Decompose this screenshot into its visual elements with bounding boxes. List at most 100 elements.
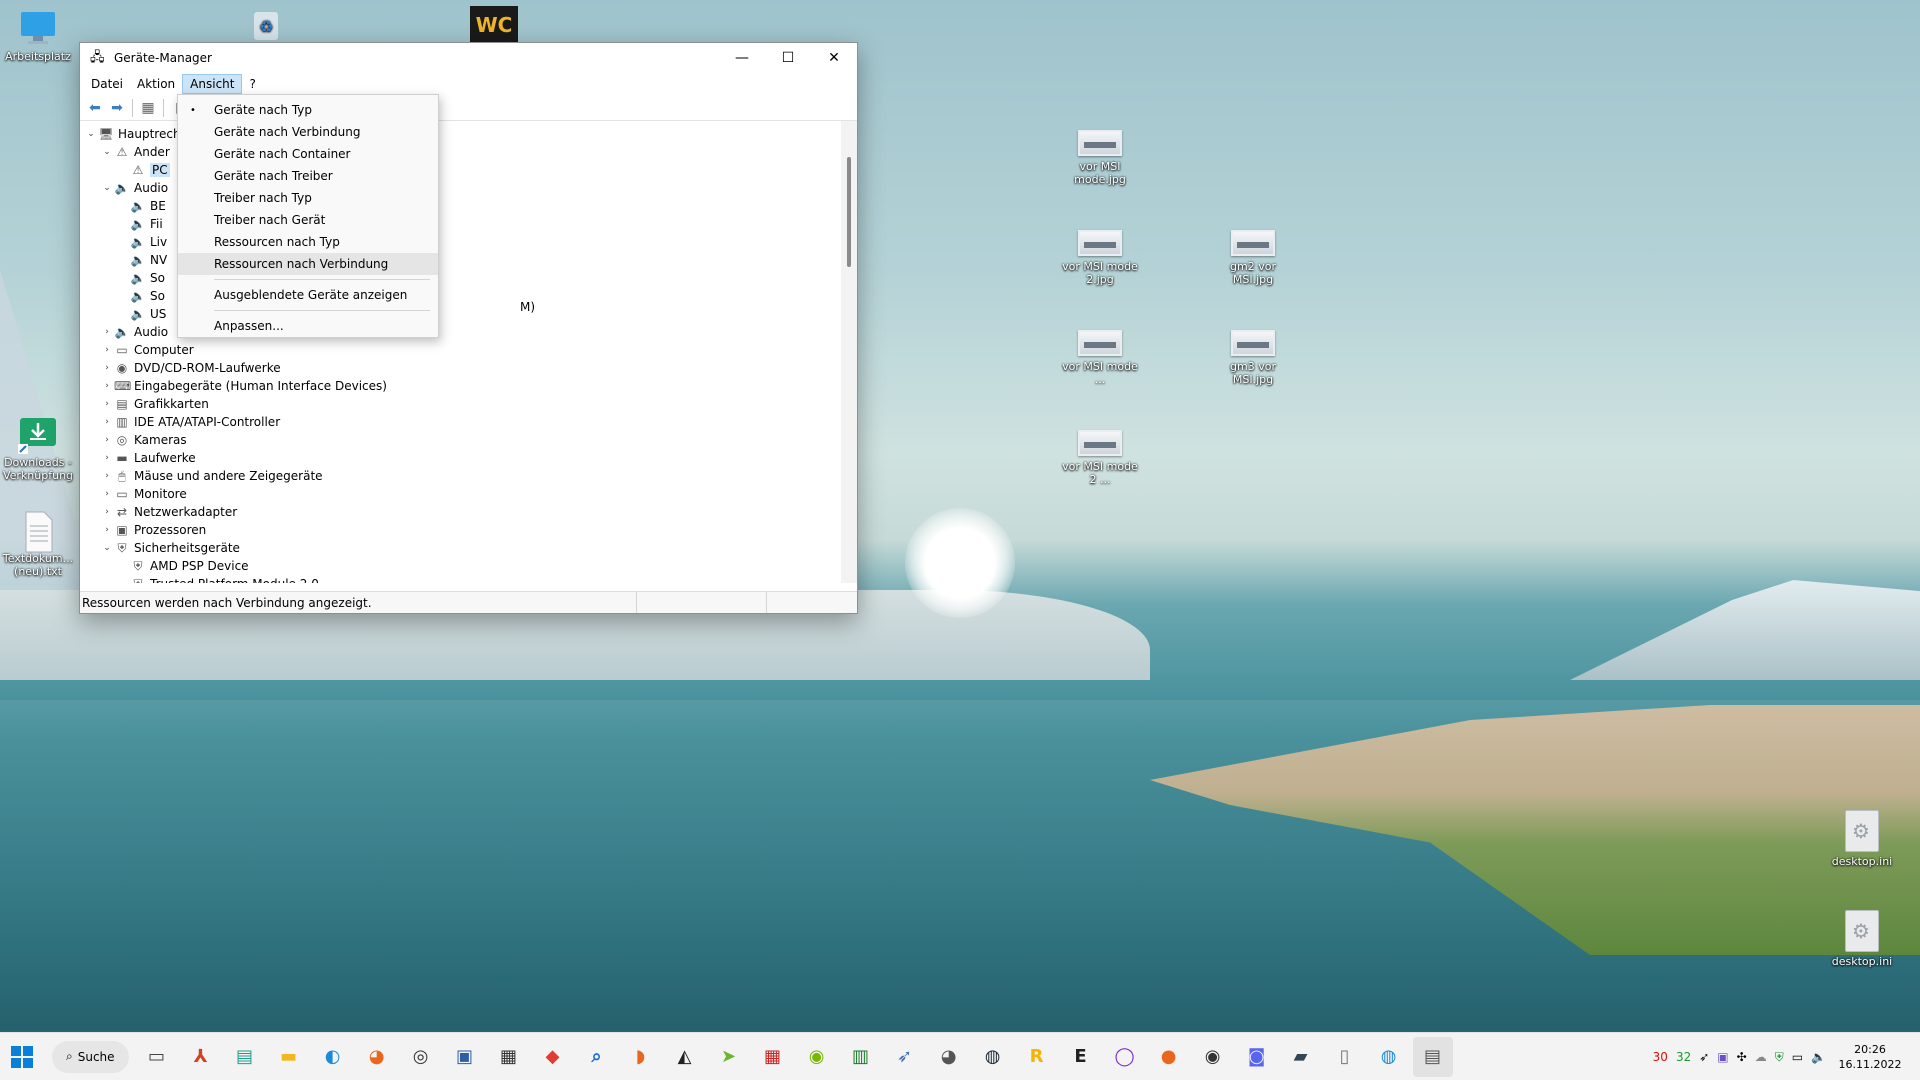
- tree-row[interactable]: › ◉ DVD/CD-ROM-Laufwerke: [80, 359, 843, 377]
- taskbar-app-app-orange[interactable]: ◗: [621, 1037, 661, 1077]
- menu-datei[interactable]: Datei: [84, 75, 130, 93]
- desktop-icon-text-document[interactable]: Textdokum... (neu).txt: [0, 510, 76, 578]
- maximize-button[interactable]: ☐: [765, 43, 811, 73]
- desktop-icon-desktop-ini[interactable]: ⚙ desktop.ini: [1824, 810, 1900, 868]
- chevron-right-icon[interactable]: ›: [100, 435, 114, 445]
- chevron-right-icon[interactable]: ›: [100, 327, 114, 337]
- search-button[interactable]: ⌕ Suche: [52, 1040, 129, 1073]
- tree-row[interactable]: › ▥ IDE ATA/ATAPI-Controller: [80, 413, 843, 431]
- chevron-down-icon[interactable]: ⌄: [100, 543, 114, 553]
- taskbar-app-app-cat[interactable]: ◕: [929, 1037, 969, 1077]
- menu-item-view-option[interactable]: • Geräte nach Typ: [178, 99, 438, 121]
- tree-row[interactable]: › ▤ Grafikkarten: [80, 395, 843, 413]
- taskbar-app-app-circle[interactable]: ◉: [1193, 1037, 1233, 1077]
- taskbar-app-app-arrow[interactable]: ➤: [709, 1037, 749, 1077]
- taskbar-app-globe[interactable]: ◍: [1369, 1037, 1409, 1077]
- tray-pointer-icon[interactable]: ➶: [1699, 1050, 1709, 1064]
- chevron-right-icon[interactable]: ›: [100, 381, 114, 391]
- taskbar-clock[interactable]: 20:26 16.11.2022: [1830, 1042, 1910, 1072]
- tree-row[interactable]: › 🖱 Mäuse und andere Zeigegeräte: [80, 467, 843, 485]
- taskbar-app-task-view[interactable]: ▭: [137, 1037, 177, 1077]
- close-button[interactable]: ✕: [811, 43, 857, 73]
- taskbar-app-floppy[interactable]: ▣: [445, 1037, 485, 1077]
- taskbar-app-app-green[interactable]: ▤: [225, 1037, 265, 1077]
- taskbar-app-app-red2[interactable]: ◆: [533, 1037, 573, 1077]
- network-icon[interactable]: ▭: [1792, 1050, 1803, 1064]
- tree-row[interactable]: › ▭ Monitore: [80, 485, 843, 503]
- tray-app-icon[interactable]: ▣: [1717, 1050, 1728, 1064]
- tree-row[interactable]: ⌄ ⛨ Sicherheitsgeräte: [80, 539, 843, 557]
- minimize-button[interactable]: —: [719, 43, 765, 73]
- menu-item-view-option[interactable]: Ressourcen nach Typ: [178, 231, 438, 253]
- taskbar-app-clapper[interactable]: ▦: [489, 1037, 529, 1077]
- taskbar-app-steam[interactable]: ◍: [973, 1037, 1013, 1077]
- taskbar-app-notepad[interactable]: ▯: [1325, 1037, 1365, 1077]
- menu-item-customize[interactable]: Anpassen...: [178, 315, 438, 337]
- taskbar-app-rockstar[interactable]: R: [1017, 1037, 1057, 1077]
- tray-temp-1[interactable]: 30: [1653, 1050, 1668, 1064]
- taskbar-app-app-red[interactable]: ⅄: [181, 1037, 221, 1077]
- volume-icon[interactable]: 🔈: [1811, 1050, 1826, 1064]
- taskbar-app-edge[interactable]: ◐: [313, 1037, 353, 1077]
- taskbar-app-discord[interactable]: ◙: [1237, 1037, 1277, 1077]
- taskbar-app-firefox[interactable]: ◕: [357, 1037, 397, 1077]
- tray-temp-2[interactable]: 32: [1676, 1050, 1691, 1064]
- desktop-icon-image-file[interactable]: gm3 vor MSI.jpg: [1215, 324, 1291, 386]
- cloud-icon[interactable]: ☁: [1755, 1050, 1767, 1064]
- desktop-icon-image-file[interactable]: gm2 vor MSI.jpg: [1215, 224, 1291, 286]
- back-arrow-icon[interactable]: ⬅: [84, 98, 106, 118]
- taskbar-app-nvidia[interactable]: ◉: [797, 1037, 837, 1077]
- menu-item-view-option[interactable]: Ressourcen nach Verbindung: [178, 253, 438, 275]
- taskbar-app-app-car[interactable]: ▰: [1281, 1037, 1321, 1077]
- tree-row[interactable]: ⛨ Trusted Platform Module 2.0: [80, 575, 843, 583]
- chevron-right-icon[interactable]: ›: [100, 417, 114, 427]
- chevron-right-icon[interactable]: ›: [100, 507, 114, 517]
- chevron-right-icon[interactable]: ›: [100, 471, 114, 481]
- menu-item-view-option[interactable]: Geräte nach Verbindung: [178, 121, 438, 143]
- tree-row[interactable]: ⛨ AMD PSP Device: [80, 557, 843, 575]
- chevron-right-icon[interactable]: ›: [100, 525, 114, 535]
- chevron-right-icon[interactable]: ›: [100, 345, 114, 355]
- chevron-down-icon[interactable]: ⌄: [84, 129, 98, 139]
- menu-ansicht[interactable]: Ansicht: [182, 74, 243, 94]
- taskbar-app-epic[interactable]: E: [1061, 1037, 1101, 1077]
- taskbar-app-app-ring[interactable]: ◯: [1105, 1037, 1145, 1077]
- chevron-right-icon[interactable]: ›: [100, 399, 114, 409]
- tree-row[interactable]: › ▬ Laufwerke: [80, 449, 843, 467]
- menu-item-show-hidden-devices[interactable]: Ausgeblendete Geräte anzeigen: [178, 284, 438, 306]
- taskbar-app-app-orange2[interactable]: ●: [1149, 1037, 1189, 1077]
- taskbar-app-app-bird[interactable]: ➶: [885, 1037, 925, 1077]
- scrollbar-thumb[interactable]: [847, 157, 851, 267]
- desktop-icon-downloads-shortcut[interactable]: Downloads - Verknüpfung: [0, 414, 76, 482]
- chevron-down-icon[interactable]: ⌄: [100, 183, 114, 193]
- window-titlebar[interactable]: 🖧 Geräte-Manager — ☐ ✕: [80, 43, 857, 73]
- chevron-right-icon[interactable]: ›: [100, 489, 114, 499]
- forward-arrow-icon[interactable]: ➡: [106, 98, 128, 118]
- chevron-right-icon[interactable]: ›: [100, 453, 114, 463]
- vertical-scrollbar[interactable]: [841, 121, 857, 583]
- chevron-right-icon[interactable]: ›: [100, 363, 114, 373]
- desktop-icon-this-pc[interactable]: Arbeitsplatz: [0, 8, 76, 63]
- desktop-icon-image-file[interactable]: vor MSI mode 2 ...: [1062, 424, 1138, 486]
- menu-item-view-option[interactable]: Treiber nach Typ: [178, 187, 438, 209]
- menu-item-view-option[interactable]: Geräte nach Container: [178, 143, 438, 165]
- menu-aktion[interactable]: Aktion: [130, 75, 182, 93]
- chevron-down-icon[interactable]: ⌄: [100, 147, 114, 157]
- desktop-icon-desktop-ini[interactable]: ⚙ desktop.ini: [1824, 910, 1900, 968]
- desktop-icon-wc[interactable]: WC: [468, 6, 520, 44]
- tree-row[interactable]: › ▣ Prozessoren: [80, 521, 843, 539]
- tree-row[interactable]: › ◎ Kameras: [80, 431, 843, 449]
- tree-row[interactable]: › ⌨ Eingabegeräte (Human Interface Devices…: [80, 377, 843, 395]
- tree-row[interactable]: › ⇄ Netzwerkadapter: [80, 503, 843, 521]
- menu-item-view-option[interactable]: Treiber nach Gerät: [178, 209, 438, 231]
- taskbar-app-magnifier[interactable]: ⌕: [577, 1037, 617, 1077]
- taskbar-app-app-bars[interactable]: ▥: [841, 1037, 881, 1077]
- tree-row[interactable]: › ▭ Computer: [80, 341, 843, 359]
- properties-icon[interactable]: ▦: [137, 98, 159, 118]
- taskbar-app-obs[interactable]: ◎: [401, 1037, 441, 1077]
- start-button[interactable]: [2, 1037, 42, 1077]
- security-shield-icon[interactable]: ⛨: [1775, 1050, 1784, 1065]
- taskbar-app-app-badge[interactable]: ▦: [753, 1037, 793, 1077]
- menu-item-view-option[interactable]: Geräte nach Treiber: [178, 165, 438, 187]
- taskbar-app-file-explorer[interactable]: ▬: [269, 1037, 309, 1077]
